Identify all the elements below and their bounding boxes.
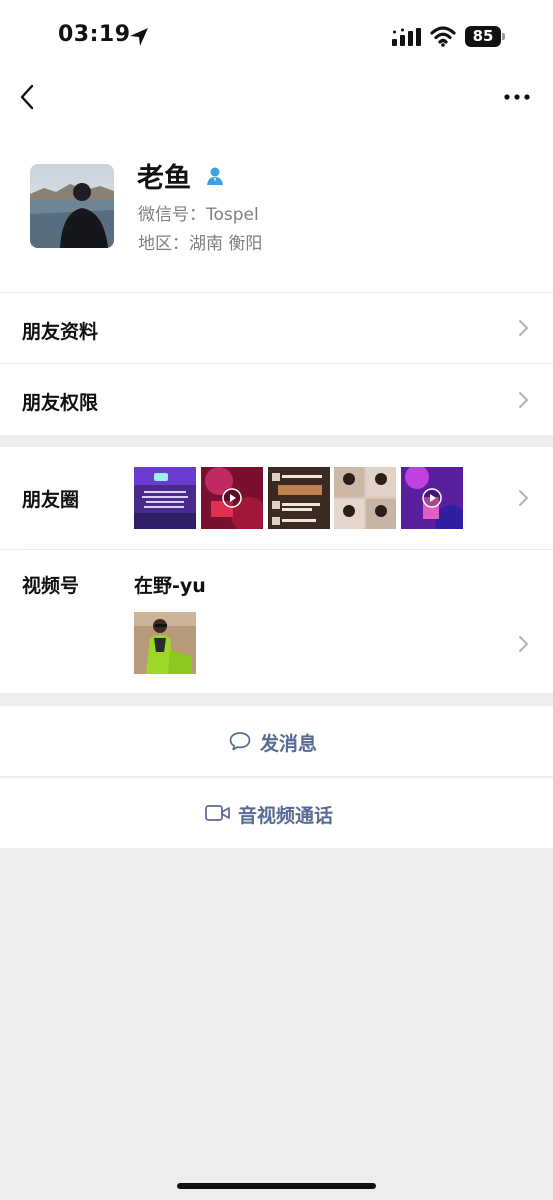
- channel-thumbnail[interactable]: [134, 612, 196, 674]
- location-arrow-icon: [130, 28, 148, 46]
- channel-name: 在野-yu: [134, 575, 206, 597]
- moments-thumbnail[interactable]: [134, 467, 196, 529]
- video-call-button[interactable]: 音视频通话: [0, 778, 553, 848]
- profile-header: 老鱼 微信号：Tospel 地区：湖南 衡阳: [0, 126, 553, 293]
- send-message-button[interactable]: 发消息: [0, 706, 553, 777]
- moments-thumbnail[interactable]: [268, 467, 330, 529]
- status-time: 03:19: [58, 22, 131, 47]
- battery-cap: [502, 33, 505, 40]
- video-camera-icon: [205, 805, 230, 821]
- channels-label: 视频号: [22, 575, 80, 597]
- play-icon: [222, 488, 242, 508]
- battery-level: 85: [465, 26, 501, 47]
- contact-person-icon: [207, 167, 223, 185]
- more-options-icon[interactable]: [500, 86, 534, 108]
- avatar[interactable]: [30, 164, 114, 248]
- contact-name: 老鱼: [137, 163, 191, 194]
- moments-thumbnail[interactable]: [334, 467, 396, 529]
- play-icon: [422, 488, 442, 508]
- chevron-right-icon: [519, 320, 528, 336]
- friend-info-label: 朋友资料: [22, 321, 99, 343]
- back-chevron-icon[interactable]: [14, 82, 42, 112]
- nav-bar: [0, 70, 553, 126]
- home-indicator: [177, 1183, 376, 1189]
- moments-thumbnail[interactable]: [401, 467, 463, 529]
- send-message-label: 发消息: [260, 733, 318, 755]
- status-bar: 03:19 85: [0, 0, 553, 70]
- video-call-label: 音视频通话: [238, 805, 334, 827]
- friend-info-cell[interactable]: 朋友资料: [0, 293, 553, 364]
- channels-cell[interactable]: 视频号: [0, 550, 553, 693]
- moments-thumbnail[interactable]: [201, 467, 263, 529]
- chevron-right-icon: [519, 392, 528, 408]
- wechat-id: 微信号：Tospel: [138, 205, 259, 225]
- region: 地区：湖南 衡阳: [138, 234, 263, 254]
- moments-label: 朋友圈: [22, 489, 80, 511]
- battery-indicator: 85: [465, 26, 505, 47]
- chevron-right-icon: [519, 490, 528, 506]
- wifi-icon: [430, 26, 456, 47]
- friend-permissions-label: 朋友权限: [22, 392, 99, 414]
- friend-permissions-cell[interactable]: 朋友权限: [0, 364, 553, 435]
- divider: [0, 776, 553, 777]
- cellular-signal-icon: [392, 28, 421, 46]
- chevron-right-icon: [519, 636, 528, 652]
- chat-bubble-icon: [229, 732, 251, 751]
